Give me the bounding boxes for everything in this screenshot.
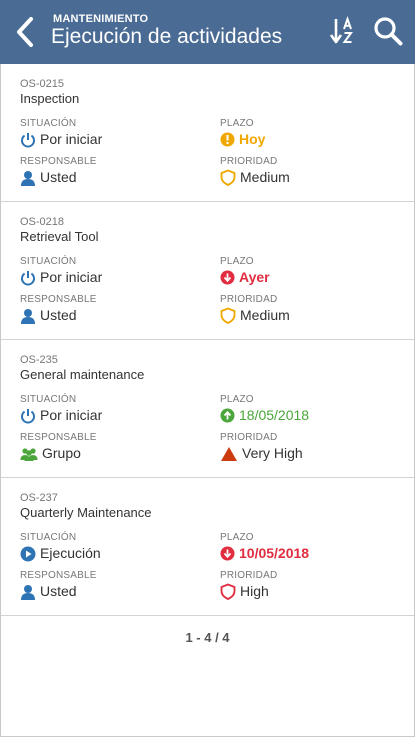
item-name: Retrieval Tool — [20, 229, 99, 244]
situacion-label: SITUACIÓN — [20, 256, 77, 267]
plazo-label: PLAZO — [220, 532, 254, 543]
item-name: Inspection — [20, 91, 80, 106]
pagination-info: 1 - 4 / 4 — [185, 630, 230, 645]
back-button[interactable] — [12, 14, 38, 50]
item-code: OS-0215 — [20, 78, 65, 90]
responsable-label: RESPONSABLE — [20, 294, 97, 305]
prioridad-value: Very High — [242, 445, 303, 461]
page-title: Ejecución de actividades — [51, 25, 283, 48]
plazo-field: PLAZO Ayer — [220, 256, 270, 286]
item-code: OS-237 — [20, 492, 58, 504]
user-icon — [21, 308, 35, 324]
plazo-field: PLAZO 18/05/2018 — [220, 394, 309, 424]
plazo-value: Hoy — [239, 131, 266, 147]
item-code: OS-0218 — [20, 216, 65, 228]
sort-button[interactable] — [329, 15, 359, 46]
responsable-field: RESPONSABLE Grupo — [20, 432, 97, 462]
user-icon — [21, 170, 35, 186]
arrow-up-circle-icon — [220, 408, 235, 423]
prioridad-field: PRIORIDAD Medium — [220, 294, 290, 324]
list-item[interactable]: OS-235 General maintenance SITUACIÓN Por… — [1, 340, 414, 478]
plazo-field: PLAZO Hoy — [220, 118, 265, 148]
chevron-left-icon — [17, 17, 33, 47]
group-icon — [20, 447, 38, 461]
responsable-value: Usted — [40, 307, 77, 323]
power-icon — [21, 408, 35, 423]
responsable-label: RESPONSABLE — [20, 432, 97, 443]
prioridad-label: PRIORIDAD — [220, 432, 278, 443]
responsable-value: Grupo — [42, 445, 81, 461]
play-circle-icon — [20, 546, 36, 561]
prioridad-value: High — [240, 583, 269, 599]
prioridad-label: PRIORIDAD — [220, 294, 278, 305]
search-button[interactable] — [372, 15, 404, 47]
list-item[interactable]: OS-0215 Inspection SITUACIÓN Por iniciar… — [1, 64, 414, 202]
responsable-field: RESPONSABLE Usted — [20, 156, 97, 186]
responsable-label: RESPONSABLE — [20, 570, 97, 581]
warning-circle-icon — [220, 132, 235, 147]
situacion-value: Por iniciar — [40, 407, 103, 423]
shield-icon — [220, 307, 236, 324]
list-item[interactable]: OS-237 Quarterly Maintenance SITUACIÓN E… — [1, 478, 414, 616]
power-icon — [21, 132, 35, 147]
arrow-down-circle-icon — [220, 546, 235, 561]
prioridad-label: PRIORIDAD — [220, 156, 278, 167]
plazo-value: Ayer — [239, 269, 270, 285]
power-icon — [21, 270, 35, 285]
user-icon — [21, 584, 35, 600]
triangle-icon — [221, 446, 237, 461]
activity-list: OS-0215 Inspection SITUACIÓN Por iniciar… — [1, 64, 414, 616]
responsable-value: Usted — [40, 169, 77, 185]
search-icon — [374, 17, 403, 46]
item-name: General maintenance — [20, 367, 145, 382]
prioridad-field: PRIORIDAD Very High — [220, 432, 303, 462]
prioridad-field: PRIORIDAD Medium — [220, 156, 290, 186]
plazo-value: 18/05/2018 — [239, 407, 310, 423]
shield-icon — [220, 583, 236, 600]
plazo-label: PLAZO — [220, 394, 254, 405]
situacion-value: Por iniciar — [40, 269, 103, 285]
situacion-field: SITUACIÓN Por iniciar — [20, 256, 102, 286]
situacion-value: Por iniciar — [40, 131, 103, 147]
plazo-value: 10/05/2018 — [239, 545, 310, 561]
responsable-label: RESPONSABLE — [20, 156, 97, 167]
prioridad-value: Medium — [240, 307, 290, 323]
plazo-label: PLAZO — [220, 256, 254, 267]
plazo-field: PLAZO 10/05/2018 — [220, 532, 309, 562]
prioridad-label: PRIORIDAD — [220, 570, 278, 581]
plazo-label: PLAZO — [220, 118, 254, 129]
situacion-label: SITUACIÓN — [20, 394, 77, 405]
situacion-label: SITUACIÓN — [20, 118, 77, 129]
sort-az-icon — [329, 15, 353, 44]
arrow-down-circle-icon — [220, 270, 235, 285]
situacion-label: SITUACIÓN — [20, 532, 77, 543]
app-header: MANTENIMIENTO Ejecución de actividades — [0, 0, 415, 64]
header-subtitle: MANTENIMIENTO — [53, 13, 149, 25]
situacion-field: SITUACIÓN Por iniciar — [20, 394, 102, 424]
item-code: OS-235 — [20, 354, 58, 366]
responsable-field: RESPONSABLE Usted — [20, 294, 97, 324]
situacion-field: SITUACIÓN Por iniciar — [20, 118, 102, 148]
shield-icon — [220, 169, 236, 186]
responsable-field: RESPONSABLE Usted — [20, 570, 97, 600]
situacion-field: SITUACIÓN Ejecución — [20, 532, 101, 562]
responsable-value: Usted — [40, 583, 77, 599]
item-name: Quarterly Maintenance — [20, 505, 152, 520]
prioridad-field: PRIORIDAD High — [220, 570, 277, 600]
list-item[interactable]: OS-0218 Retrieval Tool SITUACIÓN Por ini… — [1, 202, 414, 340]
situacion-value: Ejecución — [40, 545, 101, 561]
prioridad-value: Medium — [240, 169, 290, 185]
